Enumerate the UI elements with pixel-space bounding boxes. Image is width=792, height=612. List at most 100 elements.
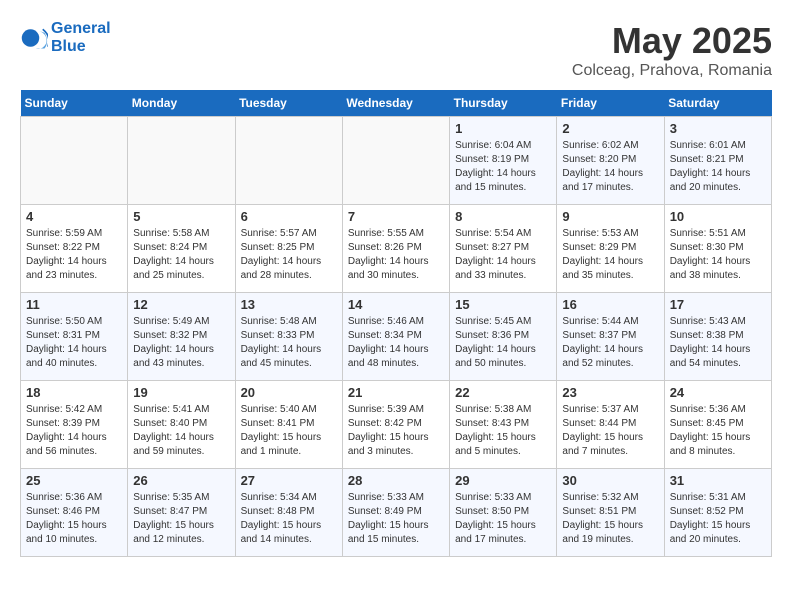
logo: General Blue [20, 20, 111, 55]
calendar-cell: 10 Sunrise: 5:51 AMSunset: 8:30 PMDayligh… [664, 205, 771, 293]
day-info: Sunrise: 5:50 AMSunset: 8:31 PMDaylight:… [26, 315, 122, 371]
day-number: 3 [670, 121, 766, 136]
day-number: 31 [670, 473, 766, 488]
calendar-cell: 21 Sunrise: 5:39 AMSunset: 8:42 PMDayligh… [342, 381, 449, 469]
month-title: May 2025 [572, 20, 772, 62]
day-number: 5 [133, 209, 229, 224]
calendar-cell: 30Sunrise: 5:32 AMSunset: 8:51 PMDayligh… [557, 469, 664, 557]
day-number: 8 [455, 209, 551, 224]
calendar-cell: 14 Sunrise: 5:46 AMSunset: 8:34 PMDayligh… [342, 293, 449, 381]
day-number: 16 [562, 297, 658, 312]
day-info: Sunrise: 5:36 AMSunset: 8:46 PMDaylight:… [26, 491, 122, 547]
day-number: 23 [562, 385, 658, 400]
weekday-header-monday: Monday [128, 90, 235, 117]
day-number: 24 [670, 385, 766, 400]
day-info: Sunrise: 5:33 AMSunset: 8:49 PMDaylight:… [348, 491, 444, 547]
day-info: Sunrise: 5:33 AMSunset: 8:50 PMDaylight:… [455, 491, 551, 547]
day-number: 2 [562, 121, 658, 136]
day-info: Sunrise: 5:41 AMSunset: 8:40 PMDaylight:… [133, 403, 229, 459]
day-info: Sunrise: 5:36 AMSunset: 8:45 PMDaylight:… [670, 403, 766, 459]
day-number: 12 [133, 297, 229, 312]
calendar-cell: 15 Sunrise: 5:45 AMSunset: 8:36 PMDayligh… [450, 293, 557, 381]
day-info: Sunrise: 5:49 AMSunset: 8:32 PMDaylight:… [133, 315, 229, 371]
day-info: Sunrise: 5:54 AMSunset: 8:27 PMDaylight:… [455, 227, 551, 283]
day-number: 28 [348, 473, 444, 488]
calendar-cell: 25 Sunrise: 5:36 AMSunset: 8:46 PMDayligh… [21, 469, 128, 557]
day-info: Sunrise: 5:40 AMSunset: 8:41 PMDaylight:… [241, 403, 337, 459]
day-info: Sunrise: 5:34 AMSunset: 8:48 PMDaylight:… [241, 491, 337, 547]
calendar-table: SundayMondayTuesdayWednesdayThursdayFrid… [20, 90, 772, 557]
day-number: 6 [241, 209, 337, 224]
calendar-cell [235, 117, 342, 205]
weekday-header-thursday: Thursday [450, 90, 557, 117]
weekday-header-tuesday: Tuesday [235, 90, 342, 117]
calendar-cell [21, 117, 128, 205]
day-info: Sunrise: 5:45 AMSunset: 8:36 PMDaylight:… [455, 315, 551, 371]
calendar-cell: 12 Sunrise: 5:49 AMSunset: 8:32 PMDayligh… [128, 293, 235, 381]
day-info: Sunrise: 5:51 AMSunset: 8:30 PMDaylight:… [670, 227, 766, 283]
page-header: General Blue May 2025 Colceag, Prahova, … [20, 20, 772, 80]
day-number: 13 [241, 297, 337, 312]
title-block: May 2025 Colceag, Prahova, Romania [572, 20, 772, 80]
day-number: 30 [562, 473, 658, 488]
calendar-cell: 17 Sunrise: 5:43 AMSunset: 8:38 PMDayligh… [664, 293, 771, 381]
calendar-cell [342, 117, 449, 205]
weekday-header-row: SundayMondayTuesdayWednesdayThursdayFrid… [21, 90, 772, 117]
calendar-cell: 11 Sunrise: 5:50 AMSunset: 8:31 PMDayligh… [21, 293, 128, 381]
calendar-cell: 8 Sunrise: 5:54 AMSunset: 8:27 PMDaylight… [450, 205, 557, 293]
day-number: 14 [348, 297, 444, 312]
calendar-week-row: 4Sunrise: 5:59 AMSunset: 8:22 PMDaylight… [21, 205, 772, 293]
calendar-cell: 20Sunrise: 5:40 AMSunset: 8:41 PMDayligh… [235, 381, 342, 469]
calendar-cell: 22Sunrise: 5:38 AMSunset: 8:43 PMDayligh… [450, 381, 557, 469]
calendar-cell: 16 Sunrise: 5:44 AMSunset: 8:37 PMDayligh… [557, 293, 664, 381]
day-number: 29 [455, 473, 551, 488]
weekday-header-sunday: Sunday [21, 90, 128, 117]
day-number: 26 [133, 473, 229, 488]
day-info: Sunrise: 5:58 AMSunset: 8:24 PMDaylight:… [133, 227, 229, 283]
calendar-cell: 7 Sunrise: 5:55 AMSunset: 8:26 PMDaylight… [342, 205, 449, 293]
day-info: Sunrise: 5:43 AMSunset: 8:38 PMDaylight:… [670, 315, 766, 371]
calendar-cell: 23 Sunrise: 5:37 AMSunset: 8:44 PMDayligh… [557, 381, 664, 469]
day-number: 19 [133, 385, 229, 400]
day-info: Sunrise: 5:37 AMSunset: 8:44 PMDaylight:… [562, 403, 658, 459]
day-number: 21 [348, 385, 444, 400]
location-subtitle: Colceag, Prahova, Romania [572, 62, 772, 80]
day-number: 7 [348, 209, 444, 224]
day-number: 1 [455, 121, 551, 136]
day-info: Sunrise: 5:46 AMSunset: 8:34 PMDaylight:… [348, 315, 444, 371]
calendar-cell: 29 Sunrise: 5:33 AMSunset: 8:50 PMDayligh… [450, 469, 557, 557]
day-number: 25 [26, 473, 122, 488]
calendar-cell: 18 Sunrise: 5:42 AMSunset: 8:39 PMDayligh… [21, 381, 128, 469]
calendar-week-row: 18 Sunrise: 5:42 AMSunset: 8:39 PMDayligh… [21, 381, 772, 469]
day-info: Sunrise: 5:53 AMSunset: 8:29 PMDaylight:… [562, 227, 658, 283]
day-info: Sunrise: 5:39 AMSunset: 8:42 PMDaylight:… [348, 403, 444, 459]
day-info: Sunrise: 5:35 AMSunset: 8:47 PMDaylight:… [133, 491, 229, 547]
day-number: 22 [455, 385, 551, 400]
calendar-week-row: 11 Sunrise: 5:50 AMSunset: 8:31 PMDayligh… [21, 293, 772, 381]
day-number: 15 [455, 297, 551, 312]
day-number: 9 [562, 209, 658, 224]
calendar-cell: 28 Sunrise: 5:33 AMSunset: 8:49 PMDayligh… [342, 469, 449, 557]
calendar-cell: 31Sunrise: 5:31 AMSunset: 8:52 PMDayligh… [664, 469, 771, 557]
day-info: Sunrise: 5:57 AMSunset: 8:25 PMDaylight:… [241, 227, 337, 283]
day-number: 18 [26, 385, 122, 400]
calendar-cell: 4Sunrise: 5:59 AMSunset: 8:22 PMDaylight… [21, 205, 128, 293]
calendar-cell: 9 Sunrise: 5:53 AMSunset: 8:29 PMDaylight… [557, 205, 664, 293]
day-number: 10 [670, 209, 766, 224]
day-number: 4 [26, 209, 122, 224]
day-info: Sunrise: 5:48 AMSunset: 8:33 PMDaylight:… [241, 315, 337, 371]
day-number: 17 [670, 297, 766, 312]
day-info: Sunrise: 6:01 AMSunset: 8:21 PMDaylight:… [670, 139, 766, 195]
calendar-week-row: 25 Sunrise: 5:36 AMSunset: 8:46 PMDayligh… [21, 469, 772, 557]
day-number: 11 [26, 297, 122, 312]
calendar-cell: 24 Sunrise: 5:36 AMSunset: 8:45 PMDayligh… [664, 381, 771, 469]
day-info: Sunrise: 5:55 AMSunset: 8:26 PMDaylight:… [348, 227, 444, 283]
day-number: 27 [241, 473, 337, 488]
day-info: Sunrise: 5:44 AMSunset: 8:37 PMDaylight:… [562, 315, 658, 371]
calendar-cell: 19 Sunrise: 5:41 AMSunset: 8:40 PMDayligh… [128, 381, 235, 469]
calendar-week-row: 1Sunrise: 6:04 AMSunset: 8:19 PMDaylight… [21, 117, 772, 205]
weekday-header-friday: Friday [557, 90, 664, 117]
calendar-cell: 3 Sunrise: 6:01 AMSunset: 8:21 PMDaylight… [664, 117, 771, 205]
day-info: Sunrise: 5:42 AMSunset: 8:39 PMDaylight:… [26, 403, 122, 459]
logo-blue: Blue [51, 38, 111, 56]
